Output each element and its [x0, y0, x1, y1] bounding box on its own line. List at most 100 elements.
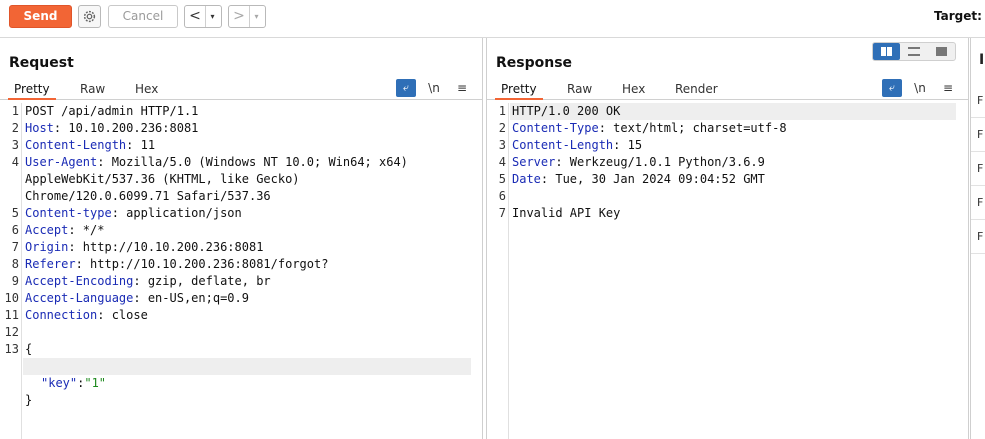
line-content: Referer: http://10.10.200.236:8081/forgo…: [25, 256, 328, 273]
inspector-row[interactable]: F: [971, 84, 985, 118]
inspector-row[interactable]: F: [971, 118, 985, 152]
request-body-close: }: [0, 375, 43, 407]
wrap-lines-icon[interactable]: ⤶: [396, 79, 416, 97]
line-content: Host: 10.10.200.236:8081: [25, 120, 198, 137]
tab-response-pretty[interactable]: Pretty: [495, 80, 543, 100]
send-button[interactable]: Send: [9, 5, 72, 28]
json-value: "1": [84, 376, 107, 390]
line-content: Invalid API Key: [512, 205, 620, 222]
layout-side-by-side-icon[interactable]: [873, 43, 901, 60]
header-name: Content-Length: [25, 138, 127, 152]
line-number: 6: [11, 223, 19, 237]
show-newlines-button[interactable]: \n: [910, 79, 930, 97]
header-name: Connection: [25, 308, 98, 322]
tab-request-pretty[interactable]: Pretty: [8, 80, 56, 100]
back-arrow-icon[interactable]: <: [185, 6, 205, 27]
header-name: Accept-Encoding: [25, 274, 134, 288]
header-name: User-Agent: [25, 155, 98, 169]
header-value: Chrome/120.0.6099.71 Safari/537.36: [25, 189, 271, 203]
layout-stacked-icon[interactable]: [900, 43, 927, 60]
layout-single-icon[interactable]: [928, 43, 955, 60]
inspector-row-label: F: [977, 94, 984, 107]
menu-icon[interactable]: ≡: [452, 79, 472, 97]
header-value: : 10.10.200.236:8081: [53, 121, 199, 135]
line-content: Origin: http://10.10.200.236:8081: [25, 239, 263, 256]
header-name: Content-Type: [512, 121, 599, 135]
inspector-panel: I F F F F F: [970, 38, 985, 439]
header-value: : Mozilla/5.0 (Windows NT 10.0; Win64; x…: [97, 155, 408, 169]
header-name: Origin: [25, 240, 69, 254]
tab-response-raw[interactable]: Raw: [561, 80, 598, 100]
header-value: : close: [97, 308, 148, 322]
header-value: : http://10.10.200.236:8081: [68, 240, 264, 254]
response-panel: Response Pretty Raw Hex Render ⤶ \n ≡ 1H…: [486, 38, 969, 439]
back-history-dropdown[interactable]: ▾: [205, 6, 219, 27]
header-value: : en-US,en;q=0.9: [133, 291, 249, 305]
line-content: {: [25, 341, 32, 358]
line-content: Chrome/120.0.6099.71 Safari/537.36: [25, 188, 271, 205]
line-number: 2: [498, 121, 506, 135]
line-number: 13: [4, 342, 19, 356]
line-number: 3: [11, 138, 19, 152]
inspector-row-label: F: [977, 230, 984, 243]
line-number: 3: [498, 138, 506, 152]
line-content: Content-type: application/json: [25, 205, 242, 222]
show-newlines-button[interactable]: \n: [424, 79, 444, 97]
request-editor-tools: ⤶ \n ≡: [396, 79, 472, 97]
line-content: Server: Werkzeug/1.0.1 Python/3.6.9: [512, 154, 765, 171]
header-value: : Tue, 30 Jan 2024 09:04:52 GMT: [540, 172, 765, 186]
inspector-row-label: F: [977, 128, 984, 141]
tab-request-hex[interactable]: Hex: [129, 80, 164, 100]
line-number: 4: [11, 155, 19, 169]
header-value: POST /api/admin HTTP/1.1: [25, 104, 199, 118]
header-value: {: [25, 342, 33, 356]
line-content: Accept: */*: [25, 222, 104, 239]
header-name: Server: [512, 155, 556, 169]
inspector-row[interactable]: F: [971, 152, 985, 186]
forward-history-dropdown[interactable]: ▾: [249, 6, 263, 27]
request-editor[interactable]: 1 POST /api/admin HTTP/1.1 2 Host: 10.10.20…: [0, 103, 482, 439]
header-value: : text/html; charset=utf-8: [598, 121, 787, 135]
inspector-row[interactable]: F: [971, 220, 985, 254]
header-value: AppleWebKit/537.36 (KHTML, like Gecko): [25, 172, 300, 186]
inspector-row[interactable]: F: [971, 186, 985, 220]
header-value: Invalid API Key: [512, 206, 621, 220]
menu-icon[interactable]: ≡: [938, 79, 958, 97]
inspector-row-label: F: [977, 196, 984, 209]
header-name: Content-type: [25, 206, 112, 220]
response-title: Response: [496, 55, 573, 71]
line-content: Content-Length: 15: [512, 137, 642, 154]
request-panel: Request Pretty Raw Hex ⤶ \n ≡ 1 POST /api…: [0, 38, 483, 439]
tab-request-raw[interactable]: Raw: [74, 80, 111, 100]
header-value: : application/json: [111, 206, 242, 220]
line-number: 10: [4, 291, 19, 305]
settings-button[interactable]: [78, 5, 101, 28]
header-name: Accept-Language: [25, 291, 134, 305]
request-title: Request: [9, 55, 74, 71]
line-number: 11: [4, 308, 19, 322]
header-value: HTTP/1.0 200 OK: [512, 104, 621, 118]
tab-response-hex[interactable]: Hex: [616, 80, 651, 100]
line-content: HTTP/1.0 200 OK: [512, 103, 620, 120]
target-label[interactable]: Target: h: [934, 9, 985, 23]
line-content: Content-Type: text/html; charset=utf-8: [512, 120, 787, 137]
response-editor[interactable]: 1 HTTP/1.0 200 OK 2 Content-Type: text/html…: [487, 103, 968, 439]
header-value: : Werkzeug/1.0.1 Python/3.6.9: [555, 155, 765, 169]
forward-navigation[interactable]: > ▾: [228, 5, 266, 28]
tab-response-render[interactable]: Render: [669, 80, 724, 100]
header-value: : */*: [68, 223, 105, 237]
header-value: : http://10.10.200.236:8081/forgot?: [75, 257, 329, 271]
line-content: Date: Tue, 30 Jan 2024 09:04:52 GMT: [512, 171, 765, 188]
line-number: 7: [498, 206, 506, 220]
header-value: : gzip, deflate, br: [133, 274, 271, 288]
current-line-highlight: [23, 358, 471, 375]
line-number: 4: [498, 155, 506, 169]
top-toolbar: Send Cancel < ▾ > ▾ Target: h: [0, 0, 985, 34]
line-number: 2: [11, 121, 19, 135]
line-content: Content-Length: 11: [25, 137, 155, 154]
wrap-lines-icon[interactable]: ⤶: [882, 79, 902, 97]
cancel-button[interactable]: Cancel: [108, 5, 178, 28]
forward-arrow-icon[interactable]: >: [229, 6, 249, 27]
back-navigation[interactable]: < ▾: [184, 5, 222, 28]
line-number: 8: [11, 257, 19, 271]
